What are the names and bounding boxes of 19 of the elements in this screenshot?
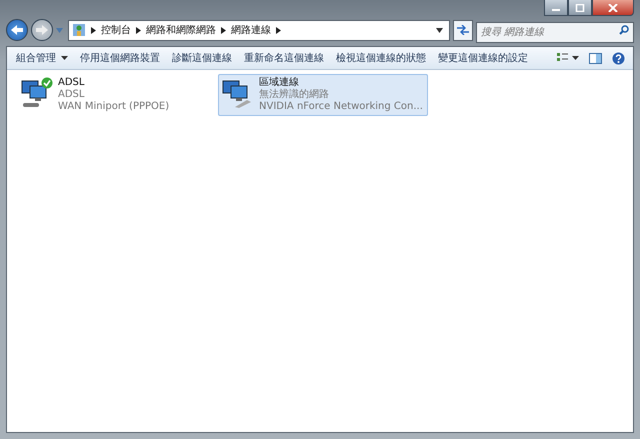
toolbar-button[interactable]: 診斷這個連線 [167,49,237,67]
connection-item[interactable]: ADSL ADSL WAN Miniport (PPPOE) [17,74,187,116]
connection-status: ADSL [58,89,86,101]
toolbar-button[interactable]: 組合管理 [11,49,73,67]
breadcrumb[interactable]: 網路和網際網路 [146,23,216,37]
device-name: NVIDIA nForce Networking Con... [259,101,423,113]
toolbar-button[interactable]: 重新命名這個連線 [239,49,329,67]
connection-name: ADSL [58,77,86,89]
connection-status: 無法辨識的網路 [259,89,330,101]
connection-name: 區域連線 [259,77,300,88]
toolbar-button[interactable]: 停用這個網路裝置 [75,49,165,67]
breadcrumb[interactable]: 控制台 [101,23,131,37]
device-name: WAN Miniport (PPPOE) [58,101,170,113]
toolbar-button[interactable]: 變更這個連線的設定 [433,49,533,67]
connection-item[interactable]: 區域連線 無法辨識的網路 NVIDIA nForce Networking Con... [218,74,428,116]
search-field[interactable]: 搜尋 網路連線 [476,22,634,42]
toolbar-button[interactable]: 檢視這個連線的狀態 [331,49,431,67]
breadcrumb[interactable]: 網路連線 [231,23,271,37]
address-bar[interactable]: 控制台 網路和網際網路 網路連線 [68,20,450,40]
